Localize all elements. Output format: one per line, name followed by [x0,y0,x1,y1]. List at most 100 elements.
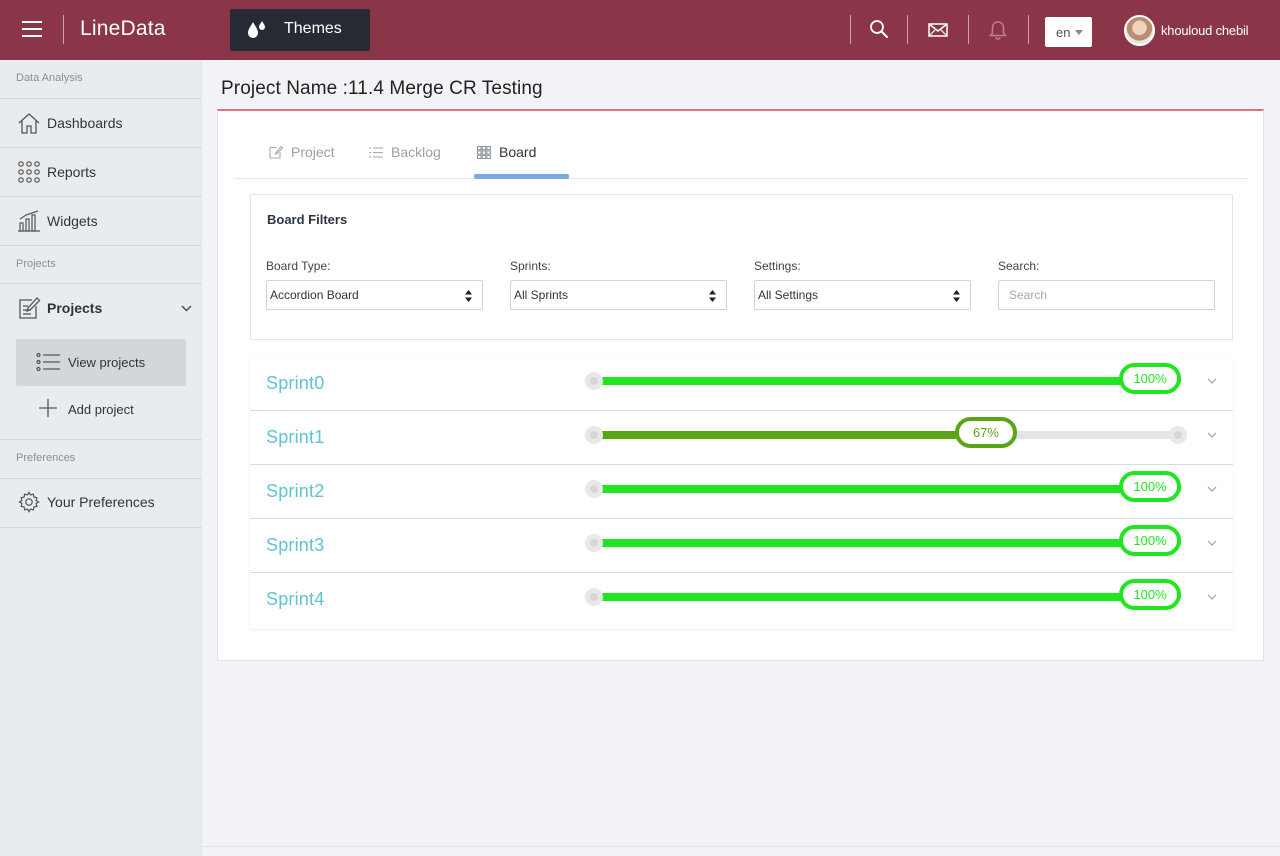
section-label-data-analysis: Data Analysis [16,72,83,84]
section-label-preferences: Preferences [16,452,76,464]
progress-fill [590,377,1181,385]
sprint-name: Sprint1 [266,427,325,447]
sidebar-item-view-projects[interactable]: View projects [16,339,186,386]
plus-icon [39,399,57,417]
avatar[interactable] [1124,15,1155,46]
sprints-value: All Sprints [514,288,569,302]
sidebar-item-label: Projects [47,300,103,316]
sprint-row[interactable]: Sprint0 100% [250,357,1233,411]
bell-icon[interactable] [987,19,1009,41]
progress-label: 100% [1119,525,1181,556]
sidebar-item-label: Your Preferences [47,494,155,510]
tab-label: Board [499,144,537,160]
progress-end-dot [1169,426,1187,444]
progress-track: 100% [585,363,1181,394]
chevron-down-icon[interactable] [1207,540,1217,547]
board-type-value: Accordion Board [270,288,359,302]
divider [0,245,202,246]
mail-icon[interactable] [927,19,949,41]
language-value: en [1056,25,1071,40]
settings-value: All Settings [758,288,819,302]
themes-label: Themes [284,20,342,37]
caret-down-icon [1075,30,1083,35]
progress-fill [590,431,986,439]
gear-icon [18,491,40,513]
footer-divider [202,846,1280,847]
sprint-name: Sprint4 [266,589,325,609]
language-select[interactable]: en [1045,17,1092,47]
divider [63,15,64,44]
search-input[interactable] [998,280,1215,310]
divider [0,439,202,440]
board-type-label: Board Type: [266,259,331,273]
edit-document-icon [19,297,41,319]
sidebar: Data Analysis Dashboards Reports Widgets… [0,60,202,856]
sprint-name: Sprint0 [266,373,325,393]
sidebar-item-label: Reports [47,164,97,180]
sidebar-item-reports[interactable]: Reports [0,148,202,196]
sprint-row[interactable]: Sprint3 100% [250,519,1233,573]
themes-button[interactable]: Themes [230,9,370,51]
sidebar-item-add-project[interactable]: Add project [16,386,186,433]
tab-bar: Project Backlog Board [234,111,1247,179]
sprints-label: Sprints: [510,259,551,273]
sprint-name: Sprint2 [266,481,325,501]
sprint-name: Sprint3 [266,535,325,555]
sort-arrows-icon [709,290,716,302]
chevron-down-icon[interactable] [1207,486,1217,493]
sprint-row[interactable]: Sprint1 67% [250,411,1233,465]
sidebar-item-preferences[interactable]: Your Preferences [0,478,202,526]
progress-track: 100% [585,525,1181,556]
progress-start-dot [585,426,603,444]
tab-label: Backlog [391,144,441,160]
divider [0,527,202,528]
grid-dots-icon [18,161,40,183]
project-card: Project Backlog Board Board Filters Boar… [217,109,1264,661]
progress-start-dot [585,372,603,390]
sprint-row[interactable]: Sprint4 100% [250,573,1233,627]
sprint-accordion: Sprint0 100% Sprint1 67% Sprint2 100% Sprint3 1… [250,357,1233,629]
chevron-down-icon[interactable] [1207,432,1217,439]
list-icon [369,147,383,158]
settings-select[interactable]: All Settings [754,280,971,310]
progress-label: 100% [1119,579,1181,610]
divider [907,15,908,44]
drops-icon [248,21,265,38]
sort-arrows-icon [465,290,472,302]
progress-track: 100% [585,579,1181,610]
sprints-select[interactable]: All Sprints [510,280,727,310]
board-filters-title: Board Filters [267,212,348,227]
progress-fill [590,485,1181,493]
page-title: Project Name :11.4 Merge CR Testing [221,78,543,99]
search-icon[interactable] [868,18,890,40]
chevron-down-icon[interactable] [1207,594,1217,601]
chevron-down-icon [181,305,192,312]
sidebar-item-widgets[interactable]: Widgets [0,197,202,245]
progress-start-dot [585,588,603,606]
board-type-select[interactable]: Accordion Board [266,280,483,310]
progress-start-dot [585,534,603,552]
search-label: Search: [998,259,1040,273]
brand-logo[interactable]: LineData [80,17,166,41]
settings-label: Settings: [754,259,801,273]
bar-chart-icon [18,210,40,232]
progress-label: 67% [954,417,1017,448]
sidebar-item-label: View projects [68,355,146,370]
sidebar-item-label: Add project [68,402,134,417]
top-bar: LineData Themes en khouloud chebil [0,0,1280,60]
sidebar-item-projects[interactable]: Projects [0,284,202,332]
home-icon [18,113,40,134]
sprints-filter: Sprints: All Sprints [510,259,727,310]
search-filter: Search: [998,259,1215,310]
divider [968,15,969,44]
chevron-down-icon[interactable] [1207,378,1217,385]
list-icon [36,352,60,372]
progress-track: 100% [585,471,1181,502]
board-filters-panel: Board Filters Board Type: Accordion Boar… [250,194,1233,340]
menu-toggle-icon[interactable] [22,21,42,38]
edit-icon [269,146,283,159]
progress-label: 100% [1119,363,1181,394]
sprint-row[interactable]: Sprint2 100% [250,465,1233,519]
user-name[interactable]: khouloud chebil [1161,23,1249,38]
sidebar-item-dashboards[interactable]: Dashboards [0,99,202,147]
